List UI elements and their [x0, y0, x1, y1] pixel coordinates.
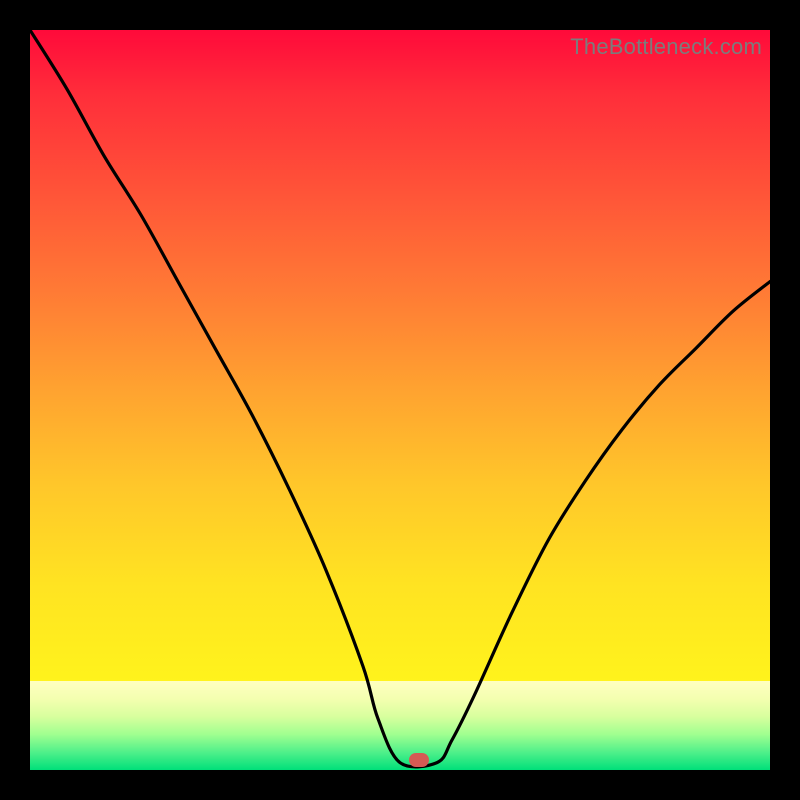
- optimal-point-marker: [409, 753, 429, 767]
- chart-frame: TheBottleneck.com: [0, 0, 800, 800]
- plot-area: TheBottleneck.com: [30, 30, 770, 770]
- background-gradient-lower: [30, 681, 770, 770]
- background-gradient-upper: [30, 30, 770, 681]
- watermark-text: TheBottleneck.com: [570, 34, 762, 60]
